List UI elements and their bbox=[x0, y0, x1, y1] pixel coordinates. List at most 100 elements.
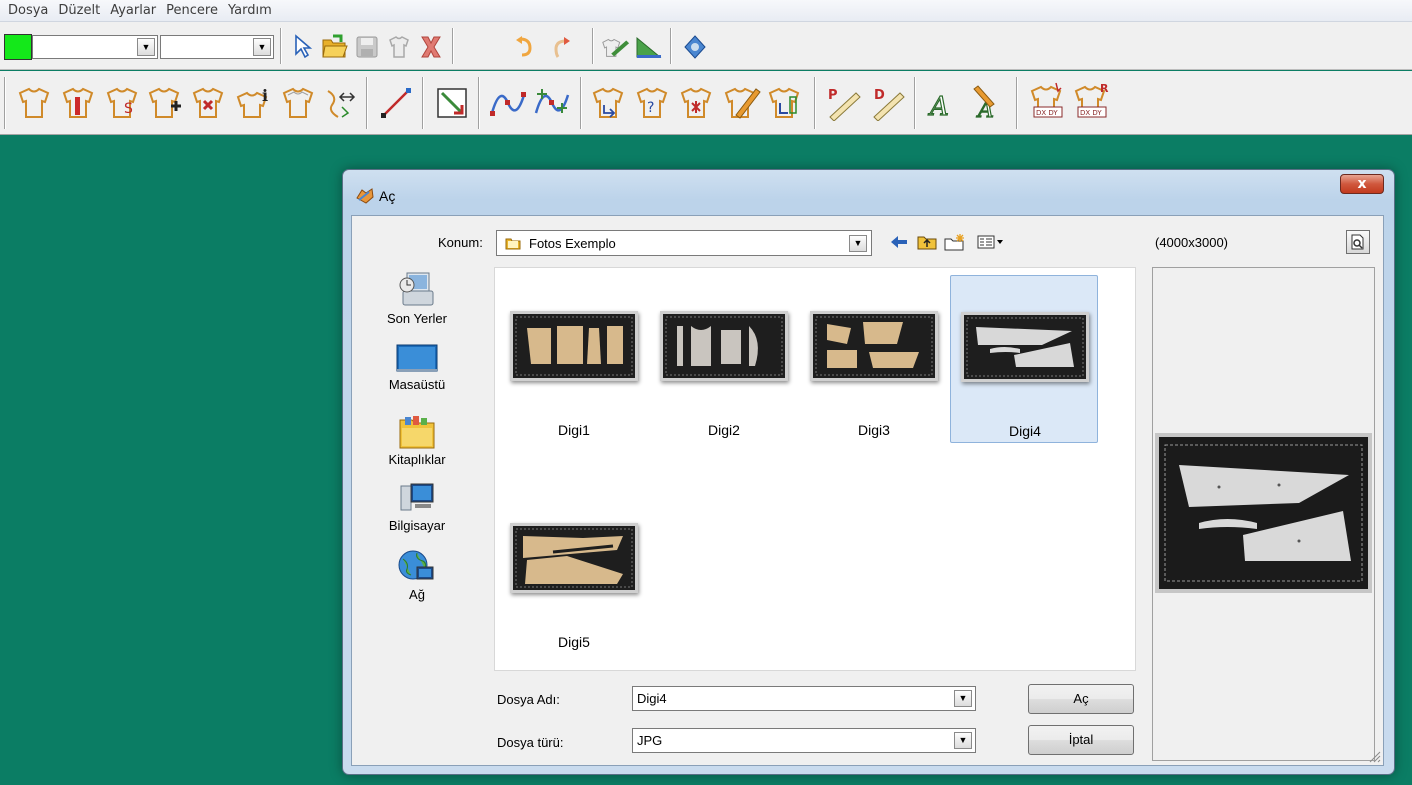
folder-icon bbox=[505, 238, 521, 250]
preview-image bbox=[1155, 433, 1372, 593]
corner-icon[interactable] bbox=[430, 83, 474, 123]
toolbar-separator bbox=[4, 77, 6, 129]
save-disk-icon[interactable] bbox=[352, 32, 382, 62]
place-masaustu[interactable]: Masaüstü bbox=[372, 343, 462, 392]
garment-cross-icon[interactable] bbox=[676, 83, 720, 123]
computer-icon bbox=[400, 483, 434, 511]
dxf-dy-r-icon[interactable]: DX DY R bbox=[1070, 81, 1114, 121]
chevron-down-icon[interactable]: ▼ bbox=[954, 732, 972, 749]
toolbar-separator bbox=[452, 28, 454, 64]
garment-remove-icon[interactable] bbox=[188, 83, 232, 123]
file-item-digi3[interactable]: Digi3 bbox=[800, 275, 948, 443]
svg-text:A: A bbox=[928, 92, 949, 121]
toolbar-separator bbox=[592, 28, 594, 64]
place-label: Ağ bbox=[409, 587, 425, 602]
view-menu-icon[interactable] bbox=[976, 232, 1006, 252]
garment-pencil-icon[interactable] bbox=[720, 83, 764, 123]
text-brush-icon[interactable]: A bbox=[966, 83, 1010, 123]
file-item-digi5[interactable]: Digi5 bbox=[500, 487, 648, 655]
magnify-page-icon bbox=[1351, 234, 1364, 250]
dxf-dy-icon[interactable]: DX DY bbox=[1026, 81, 1070, 121]
place-kitapliklar[interactable]: Kitaplıklar bbox=[372, 414, 462, 467]
garment-question-icon[interactable]: ? bbox=[632, 83, 676, 123]
garment-sleeve-icon[interactable] bbox=[56, 83, 100, 123]
current-color-swatch[interactable] bbox=[4, 34, 32, 60]
place-bilgisayar[interactable]: Bilgisayar bbox=[372, 482, 462, 533]
garment-info-icon[interactable]: i bbox=[232, 83, 276, 123]
image-thumbnail bbox=[810, 311, 938, 381]
garment-grade-icon[interactable] bbox=[764, 83, 808, 123]
chevron-down-icon[interactable]: ▼ bbox=[137, 38, 155, 56]
curve-points-icon[interactable] bbox=[530, 83, 574, 123]
ruler-d-icon[interactable]: D bbox=[866, 83, 910, 123]
file-name: Digi3 bbox=[858, 422, 890, 438]
chevron-down-icon[interactable]: ▼ bbox=[954, 690, 972, 707]
triangle-ruler-icon[interactable] bbox=[634, 32, 664, 62]
back-icon[interactable] bbox=[888, 232, 910, 252]
curve-icon[interactable] bbox=[486, 83, 530, 123]
place-label: Kitaplıklar bbox=[388, 452, 446, 467]
libraries-icon bbox=[399, 416, 435, 449]
redo-icon[interactable] bbox=[546, 32, 576, 62]
svg-text:?: ? bbox=[647, 100, 654, 116]
delete-x-icon[interactable] bbox=[416, 32, 446, 62]
toolbar-separator bbox=[478, 77, 480, 129]
filetype-value: JPG bbox=[637, 733, 663, 748]
text-a-icon[interactable]: A bbox=[922, 83, 966, 123]
garment-s-icon[interactable]: S bbox=[100, 83, 144, 123]
linetype-combo[interactable]: ▼ bbox=[160, 35, 274, 59]
dialog-title: Aç bbox=[379, 188, 396, 204]
line-icon[interactable] bbox=[374, 83, 418, 123]
toolbar-separator bbox=[670, 28, 672, 64]
network-icon bbox=[398, 550, 434, 580]
menu-duzelt[interactable]: Düzelt bbox=[54, 3, 104, 18]
file-name: Digi2 bbox=[708, 422, 740, 438]
place-ag[interactable]: Ağ bbox=[372, 549, 462, 602]
chevron-down-icon[interactable]: ▼ bbox=[253, 38, 271, 56]
new-folder-icon[interactable] bbox=[944, 232, 966, 252]
open-button[interactable]: Aç bbox=[1028, 684, 1134, 714]
toolbar-separator bbox=[422, 77, 424, 129]
dialog-app-icon bbox=[356, 188, 374, 204]
location-value: Fotos Exemplo bbox=[529, 236, 616, 251]
garment-add-icon[interactable] bbox=[144, 83, 188, 123]
undo-icon[interactable] bbox=[510, 32, 540, 62]
open-folder-icon[interactable] bbox=[320, 32, 350, 62]
place-son-yerler[interactable]: Son Yerler bbox=[372, 271, 462, 326]
garment-points-icon[interactable] bbox=[12, 83, 56, 123]
help-icon[interactable] bbox=[680, 32, 710, 62]
resize-grip-icon[interactable] bbox=[1369, 751, 1381, 763]
file-item-digi4[interactable]: Digi4 bbox=[950, 275, 1098, 443]
garment-notch-icon[interactable] bbox=[588, 83, 632, 123]
file-item-digi1[interactable]: Digi1 bbox=[500, 275, 648, 443]
preview-zoom-button[interactable] bbox=[1346, 230, 1370, 254]
location-combo[interactable]: Fotos Exemplo ▼ bbox=[496, 230, 872, 256]
recent-places-icon bbox=[399, 272, 434, 306]
file-item-digi2[interactable]: Digi2 bbox=[650, 275, 798, 443]
garment-outline-icon[interactable] bbox=[276, 83, 320, 123]
main-toolbar: ▼ ▼ bbox=[0, 22, 1412, 70]
svg-text:DX DY: DX DY bbox=[1080, 109, 1102, 117]
filename-field[interactable]: Digi4 ▼ bbox=[632, 686, 976, 711]
up-folder-icon[interactable] bbox=[916, 232, 938, 252]
chevron-down-icon[interactable]: ▼ bbox=[849, 235, 867, 252]
garment-mirror-icon[interactable] bbox=[318, 83, 362, 123]
color-combo[interactable]: ▼ bbox=[32, 35, 158, 59]
image-thumbnail bbox=[510, 523, 638, 593]
menu-dosya[interactable]: Dosya bbox=[4, 3, 52, 18]
menu-ayarlar[interactable]: Ayarlar bbox=[106, 3, 160, 18]
svg-text:DX DY: DX DY bbox=[1036, 109, 1058, 117]
garment-icon[interactable] bbox=[384, 32, 414, 62]
toolbar-separator bbox=[814, 77, 816, 129]
cancel-button[interactable]: İptal bbox=[1028, 725, 1134, 755]
menu-pencere[interactable]: Pencere bbox=[162, 3, 222, 18]
ruler-p-icon[interactable]: P bbox=[822, 83, 866, 123]
menu-yardim[interactable]: Yardım bbox=[224, 3, 276, 18]
arrow-pointer-icon[interactable] bbox=[288, 32, 318, 62]
digitize-icon[interactable] bbox=[600, 32, 630, 62]
filetype-select[interactable]: JPG ▼ bbox=[632, 728, 976, 753]
open-file-dialog: Aç x Konum: Fotos Exemplo ▼ Son Yerler M… bbox=[342, 169, 1395, 775]
close-button[interactable]: x bbox=[1340, 174, 1384, 194]
place-label: Son Yerler bbox=[387, 311, 447, 326]
close-icon: x bbox=[1357, 176, 1367, 192]
